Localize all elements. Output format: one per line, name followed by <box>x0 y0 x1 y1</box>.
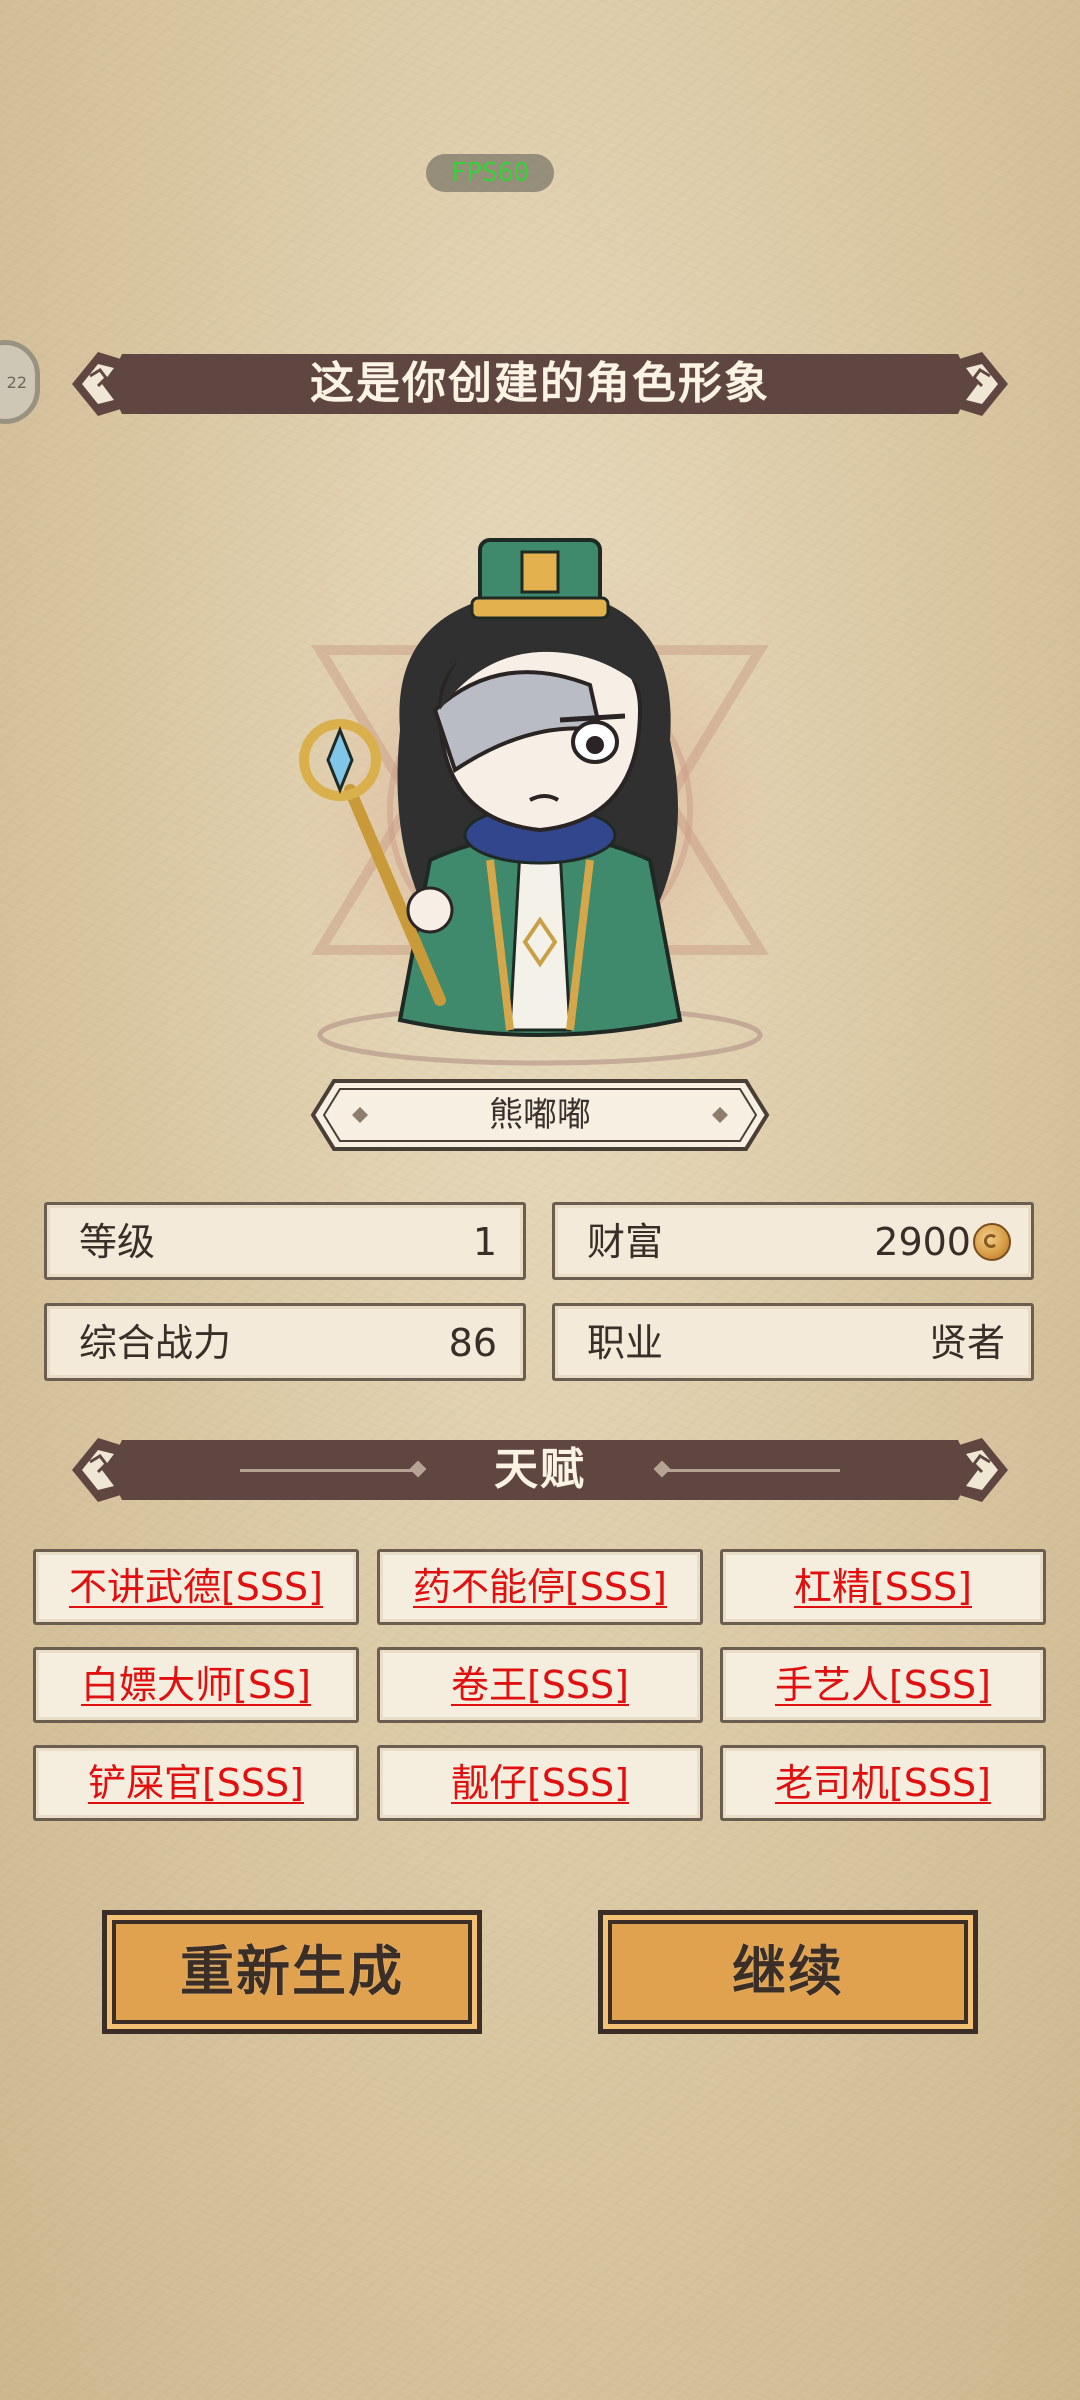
stat-power-label: 综合战力 <box>79 1321 232 1365</box>
character-portrait <box>270 538 810 1080</box>
talent-link[interactable]: 靓仔[SSS] <box>451 1761 629 1805</box>
talent-item[interactable]: 白嫖大师[SS] <box>33 1647 359 1723</box>
regenerate-button-label: 重新生成 <box>180 1940 404 2003</box>
coin-icon <box>973 1223 1011 1261</box>
talent-item[interactable]: 靓仔[SSS] <box>377 1745 703 1821</box>
talents-banner: 天赋 <box>68 1432 1012 1508</box>
fps-counter: FPS60 <box>426 154 554 192</box>
stat-wealth-value-wrap: 2900 <box>874 1205 1011 1279</box>
talent-link[interactable]: 铲屎官[SSS] <box>88 1761 304 1805</box>
character-name: 熊嘟嘟 <box>489 1095 591 1135</box>
talent-item[interactable]: 老司机[SSS] <box>720 1745 1046 1821</box>
talent-link[interactable]: 不讲武德[SSS] <box>69 1565 323 1609</box>
talent-item[interactable]: 手艺人[SSS] <box>720 1647 1046 1723</box>
stat-level-label: 等级 <box>79 1220 156 1264</box>
stat-class: 职业 贤者 <box>552 1303 1034 1381</box>
continue-button-label: 继续 <box>732 1940 844 2003</box>
stat-level-value: 1 <box>472 1220 497 1264</box>
title-banner: 这是你创建的角色形象 <box>68 346 1012 422</box>
talent-link[interactable]: 手艺人[SSS] <box>775 1663 991 1707</box>
talent-item[interactable]: 卷王[SSS] <box>377 1647 703 1723</box>
stat-power-value: 86 <box>448 1321 497 1365</box>
talent-item[interactable]: 不讲武德[SSS] <box>33 1549 359 1625</box>
talent-link[interactable]: 杠精[SSS] <box>794 1565 972 1609</box>
talent-item[interactable]: 杠精[SSS] <box>720 1549 1046 1625</box>
stat-class-value: 贤者 <box>928 1321 1005 1365</box>
talent-item[interactable]: 药不能停[SSS] <box>377 1549 703 1625</box>
talent-link[interactable]: 老司机[SSS] <box>775 1761 991 1805</box>
page-title: 这是你创建的角色形象 <box>310 358 770 409</box>
side-badge-text: 22 <box>6 373 27 392</box>
talents-header: 天赋 <box>494 1444 586 1495</box>
stat-class-label: 职业 <box>587 1321 664 1365</box>
talent-link[interactable]: 卷王[SSS] <box>451 1663 629 1707</box>
stat-wealth-label: 财富 <box>587 1220 664 1264</box>
regenerate-button[interactable]: 重新生成 <box>102 1910 482 2034</box>
continue-button[interactable]: 继续 <box>598 1910 978 2034</box>
stat-wealth-value: 2900 <box>874 1220 971 1264</box>
character-name-plate: 熊嘟嘟 <box>310 1078 770 1152</box>
talent-item[interactable]: 铲屎官[SSS] <box>33 1745 359 1821</box>
stat-power: 综合战力 86 <box>44 1303 526 1381</box>
stat-wealth: 财富 2900 <box>552 1202 1034 1280</box>
talent-link[interactable]: 白嫖大师[SS] <box>81 1663 311 1707</box>
stat-level: 等级 1 <box>44 1202 526 1280</box>
talent-link[interactable]: 药不能停[SSS] <box>413 1565 667 1609</box>
side-floating-badge[interactable]: 22 <box>0 340 40 424</box>
